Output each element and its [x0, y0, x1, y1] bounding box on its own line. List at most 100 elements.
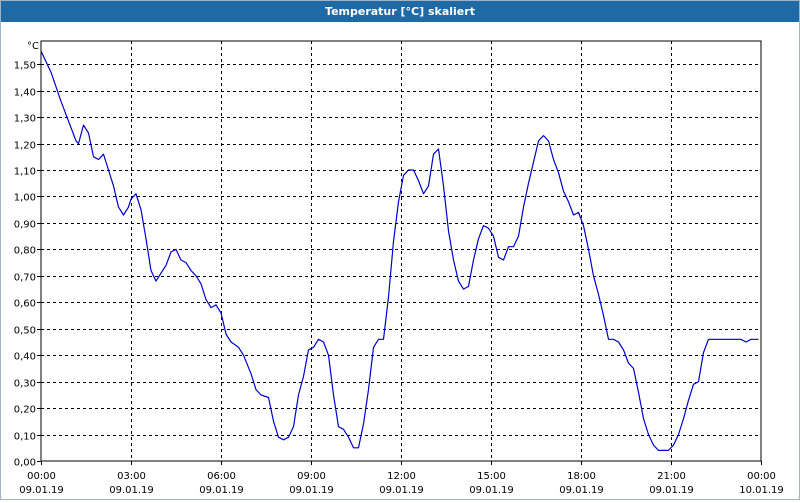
data-point [418, 180, 419, 181]
data-point [758, 339, 759, 340]
data-point [603, 315, 604, 316]
data-point [318, 339, 319, 340]
y-tick-label: 1,10 [14, 167, 36, 178]
data-point [720, 339, 721, 340]
data-point [623, 349, 624, 350]
x-tick-label-time: 15:00 [477, 471, 506, 482]
data-point [508, 246, 509, 247]
data-point [473, 259, 474, 260]
x-tick-label-date: 09.01.19 [19, 485, 64, 496]
y-tick-label: 0,90 [14, 220, 36, 231]
y-tick-label: 0,20 [14, 405, 36, 416]
data-point [483, 225, 484, 226]
data-point [588, 249, 589, 250]
y-tick-label: 0,30 [14, 379, 36, 390]
data-point [185, 262, 186, 263]
data-point [378, 339, 379, 340]
data-point [323, 341, 324, 342]
y-tick-label: 1,40 [14, 88, 36, 99]
data-point [633, 368, 634, 369]
data-point [653, 445, 654, 446]
data-point [423, 193, 424, 194]
data-point [518, 236, 519, 237]
data-point [348, 437, 349, 438]
data-point [338, 426, 339, 427]
data-point [523, 207, 524, 208]
data-point [93, 156, 94, 157]
data-point [220, 312, 221, 313]
data-point [353, 447, 354, 448]
y-tick-label: 0,60 [14, 299, 36, 310]
data-point [558, 172, 559, 173]
x-tick-label-time: 09:00 [297, 471, 326, 482]
data-point [103, 154, 104, 155]
x-tick-label-time: 12:00 [387, 471, 416, 482]
data-point [113, 185, 114, 186]
data-point [658, 450, 659, 451]
y-tick-label: 0,50 [14, 326, 36, 337]
data-point [373, 347, 374, 348]
data-point [210, 307, 211, 308]
data-point [108, 169, 109, 170]
x-tick-label-time: 00:00 [27, 471, 56, 482]
x-tick-label-date: 09.01.19 [469, 485, 514, 496]
x-tick-label-time: 18:00 [567, 471, 596, 482]
data-point [503, 259, 504, 260]
data-point [453, 259, 454, 260]
data-point [135, 193, 136, 194]
data-point [278, 437, 279, 438]
data-point [238, 347, 239, 348]
data-point [628, 363, 629, 364]
data-point [433, 154, 434, 155]
data-point [533, 162, 534, 163]
data-point [273, 421, 274, 422]
x-tick-label-date: 09.01.19 [199, 485, 244, 496]
data-point [60, 101, 61, 102]
x-tick-label-date: 09.01.19 [649, 485, 694, 496]
y-tick-label: 0,10 [14, 432, 36, 443]
data-point [493, 236, 494, 237]
data-point [130, 199, 131, 200]
data-point [573, 214, 574, 215]
y-tick-label: 0,40 [14, 352, 36, 363]
data-point [443, 185, 444, 186]
data-point [703, 352, 704, 353]
data-point [673, 445, 674, 446]
data-point [713, 339, 714, 340]
y-tick-label: 1,30 [14, 114, 36, 125]
data-point [613, 339, 614, 340]
data-point [688, 400, 689, 401]
temperature-line-chart: 0,00 0,10 0,20 0,30 0,40 0,50 0,60 0,70 0,80 0,90… [14, 40, 784, 496]
data-point [408, 169, 409, 170]
y-tick-label: 0,00 [14, 458, 36, 469]
data-point [708, 339, 709, 340]
data-point [328, 355, 329, 356]
data-point [683, 418, 684, 419]
data-point [78, 143, 79, 144]
data-point [750, 339, 751, 340]
data-point [388, 296, 389, 297]
data-point [293, 426, 294, 427]
x-tick-label-date: 09.01.19 [559, 485, 604, 496]
data-point [98, 159, 99, 160]
x-tick-label-date: 09.01.19 [109, 485, 154, 496]
data-point [180, 259, 181, 260]
data-point [190, 270, 191, 271]
data-point [225, 333, 226, 334]
x-tick-label-date: 10.01.19 [739, 485, 784, 496]
data-point [468, 286, 469, 287]
data-point [403, 175, 404, 176]
data-point [313, 347, 314, 348]
data-point [75, 140, 76, 141]
data-point [548, 140, 549, 141]
data-point [458, 281, 459, 282]
data-point [255, 389, 256, 390]
data-point [648, 434, 649, 435]
y-tick-label: 1,00 [14, 193, 36, 204]
data-point [438, 148, 439, 149]
data-point [598, 294, 599, 295]
data-point [368, 389, 369, 390]
data-point [608, 339, 609, 340]
data-point [488, 228, 489, 229]
data-point [553, 159, 554, 160]
